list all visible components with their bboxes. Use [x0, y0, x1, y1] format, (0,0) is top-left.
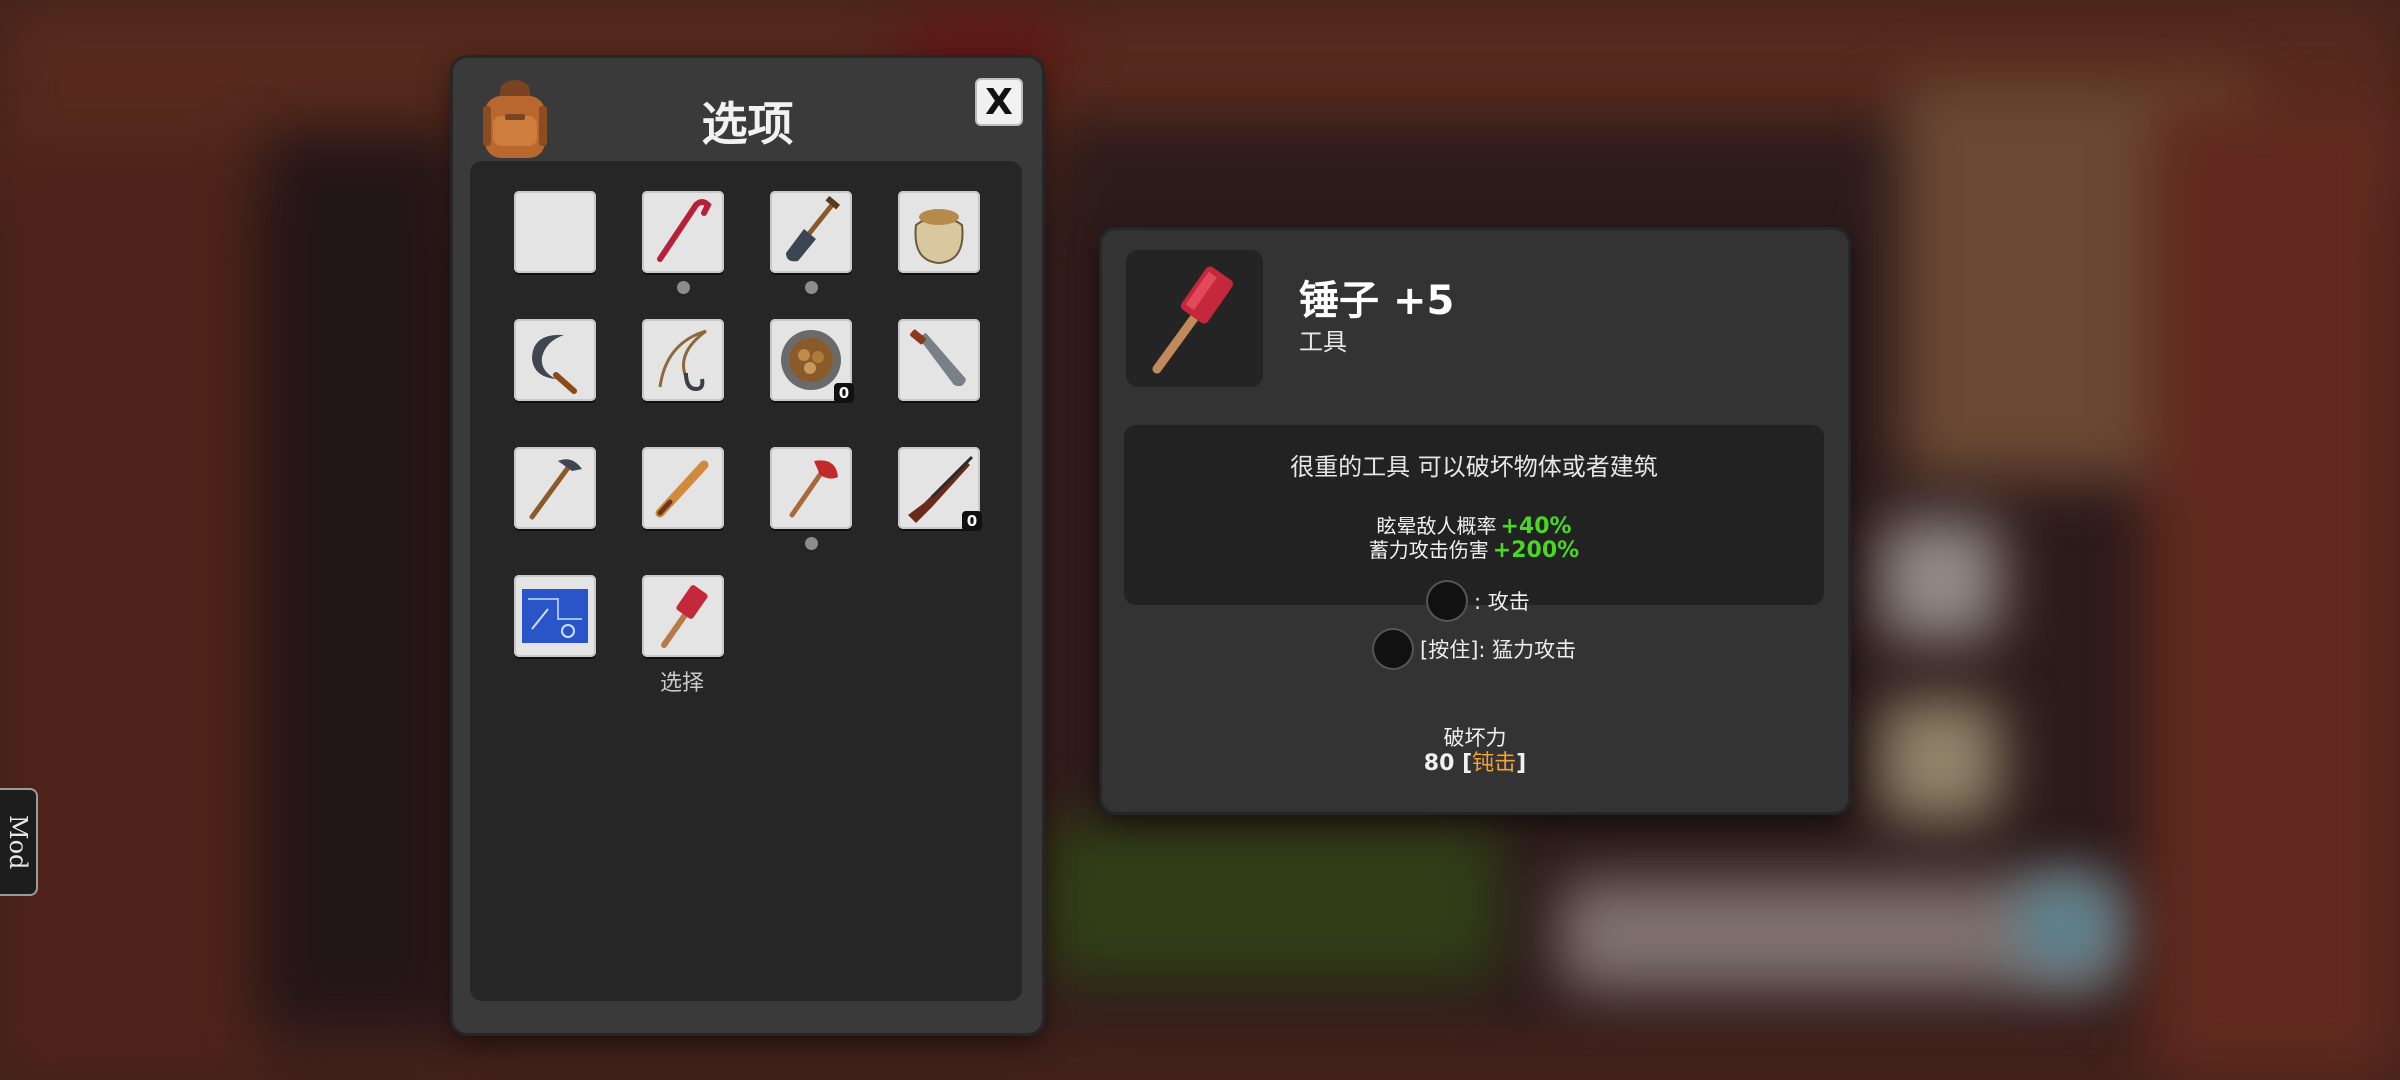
inventory-panel: 选项 X 0 0 选择: [453, 58, 1042, 1033]
inventory-slot-food-bowl[interactable]: 0: [770, 319, 854, 403]
new-item-dot: [805, 537, 818, 550]
item-count-badge: 0: [962, 511, 982, 531]
item-description-box: 很重的工具 可以破坏物体或者建筑 眩晕敌人概率 +40% 蓄力攻击伤害 +200%: [1124, 425, 1824, 605]
inventory-slot-crowbar[interactable]: [642, 191, 724, 273]
inventory-slot-empty[interactable]: [514, 191, 596, 273]
item-detail-panel: 锤子 +5 工具 很重的工具 可以破坏物体或者建筑 眩晕敌人概率 +40% 蓄力攻击…: [1102, 230, 1848, 812]
action-button-icon[interactable]: [1428, 582, 1466, 620]
item-count-badge: 0: [834, 383, 854, 403]
item-description: 很重的工具 可以破坏物体或者建筑: [1290, 453, 1658, 481]
sack-icon: [914, 209, 964, 265]
new-item-dot: [677, 281, 690, 294]
item-name-text: 锤子: [1299, 278, 1379, 324]
hammer-icon: [661, 585, 708, 648]
action-button-icon[interactable]: [1374, 630, 1412, 668]
stat-label: 蓄力攻击伤害: [1368, 538, 1489, 562]
inventory-slot-sack[interactable]: [898, 191, 980, 273]
inventory-slot-shovel[interactable]: [770, 191, 852, 273]
control-label: : 攻击: [1474, 590, 1530, 614]
inventory-slot-rifle[interactable]: 0: [898, 447, 982, 531]
control-attack: : 攻击: [1428, 582, 1530, 620]
inventory-slot-fire-axe[interactable]: [770, 447, 852, 529]
inventory-slot-sickle[interactable]: [514, 319, 596, 401]
inventory-slot-machete[interactable]: [898, 319, 980, 401]
sickle-icon: [532, 334, 577, 394]
item-name: 锤子 +5: [1299, 268, 1454, 326]
inventory-title: 选项: [701, 97, 794, 151]
blueprint-icon: [522, 589, 588, 643]
inventory-slot-pickaxe[interactable]: [514, 447, 596, 529]
inventory-grid: 0 0 选择: [470, 161, 1022, 1001]
item-type: 工具: [1299, 328, 1347, 356]
stat-value: +200%: [1492, 538, 1580, 563]
stat-charge-damage: 蓄力攻击伤害 +200%: [1124, 534, 1824, 563]
axe-icon: [789, 460, 838, 518]
damage-type: 钝击: [1472, 751, 1517, 776]
damage-number: 80: [1423, 751, 1455, 776]
control-label: [按住]: 猛力攻击: [1420, 638, 1577, 662]
inventory-slot-sledgehammer[interactable]: [642, 575, 724, 657]
selected-label: 选择: [660, 671, 705, 696]
machete-icon: [910, 329, 966, 387]
damage-value: 80 [钝击]: [1423, 751, 1527, 776]
mod-tab[interactable]: Mod: [0, 788, 38, 896]
rope-hook-icon: [658, 329, 707, 392]
shovel-icon: [786, 195, 841, 262]
inventory-slot-blueprint[interactable]: [514, 575, 596, 657]
close-button[interactable]: X: [975, 78, 1023, 126]
inventory-slot-baseball-bat[interactable]: [642, 447, 724, 529]
pickaxe-icon: [529, 459, 582, 520]
item-level: +5: [1393, 278, 1455, 324]
bat-icon: [655, 460, 709, 518]
item-detail-icon: [1126, 250, 1263, 387]
hammer-icon: [1152, 265, 1233, 373]
control-heavy-attack: [按住]: 猛力攻击: [1374, 630, 1576, 668]
inventory-slot-rope-hook[interactable]: [642, 319, 724, 401]
new-item-dot: [805, 281, 818, 294]
crowbar-icon: [657, 199, 712, 262]
mod-tab-label: Mod: [4, 814, 32, 870]
